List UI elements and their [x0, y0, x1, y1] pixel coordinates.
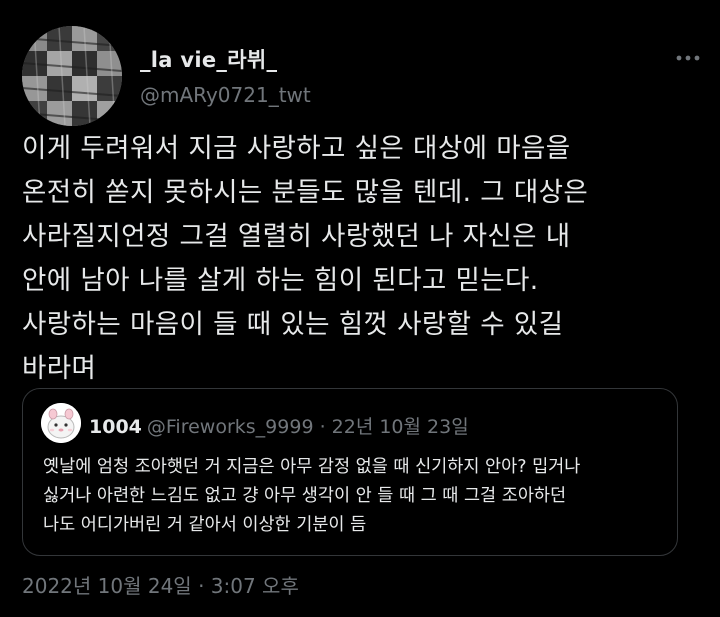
quoted-text-line: 싫거나 아련한 느김도 없고 걍 아무 생각이 안 들 때 그 때 그걸 조아하… [43, 486, 567, 506]
quoted-text-line: 나도 어디가버린 거 같아서 이상한 기분이 듬 [43, 515, 367, 535]
tweet-text-line: 사라질지언정 그걸 열렬히 사랑했던 나 자신은 내 [22, 221, 571, 252]
quoted-author-name[interactable]: 1004 [89, 416, 142, 438]
quoted-text-line: 옛날에 엄청 조아햇던 거 지금은 아무 감정 없을 때 신기하지 안아? 밉거… [43, 457, 581, 477]
tweet-timestamp[interactable]: 2022년 10월 24일 · 3:07 오후 [22, 570, 299, 599]
author-handle[interactable]: @mARy0721_twt [140, 83, 311, 107]
tweet: _la vie_라뷔_ @mARy0721_twt 이게 두려워서 지금 사랑하… [0, 0, 720, 617]
quoted-author-avatar[interactable] [41, 403, 81, 443]
more-options-button[interactable] [670, 44, 706, 72]
author-display-name[interactable]: _la vie_라뷔_ [140, 44, 277, 74]
tweet-text-line: 온전히 쏟지 못하시는 분들도 많을 텐데. 그 대상은 [22, 177, 589, 208]
tweet-text-line: 이게 두려워서 지금 사랑하고 싶은 대상에 마음을 [22, 133, 571, 164]
more-horizontal-icon [676, 55, 700, 61]
quoted-author-meta: @Fireworks_9999 · 22년 10월 23일 [146, 416, 469, 438]
avatar-woven-ribbon-image [22, 26, 122, 126]
quoted-tweet-card[interactable]: 1004 @Fireworks_9999 · 22년 10월 23일 옛날에 엄청… [22, 388, 678, 556]
quoted-tweet-header: 1004 @Fireworks_9999 · 22년 10월 23일 [89, 412, 469, 439]
avatar-cartoon-image [41, 403, 81, 443]
tweet-text-line: 바라며 [22, 353, 97, 384]
tweet-text-line: 사랑하는 마음이 들 때 있는 힘껏 사랑할 수 있길 [22, 309, 564, 340]
tweet-text-line: 안에 남아 나를 살게 하는 힘이 된다고 믿는다. [22, 265, 539, 296]
author-avatar[interactable] [22, 26, 122, 126]
tweet-text: 이게 두려워서 지금 사랑하고 싶은 대상에 마음을 온전히 쏟지 못하시는 분… [22, 127, 702, 391]
quoted-tweet-text: 옛날에 엄청 조아햇던 거 지금은 아무 감정 없을 때 신기하지 안아? 밉거… [43, 453, 673, 540]
